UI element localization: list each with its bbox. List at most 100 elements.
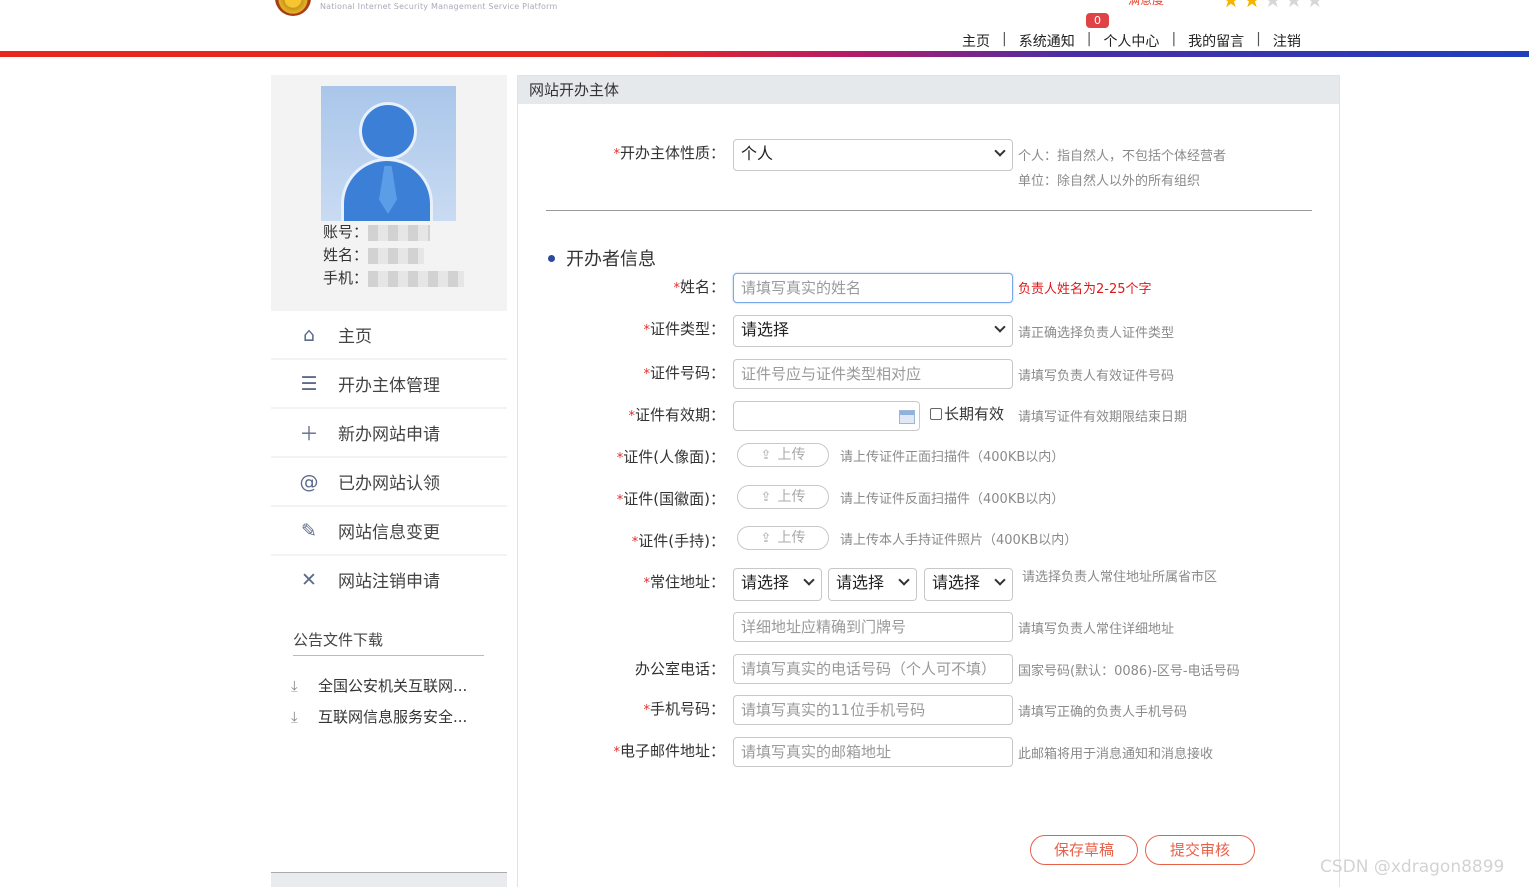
city-select[interactable]: 请选择	[828, 568, 917, 601]
download-item[interactable]: ⤓ 互联网信息服务安全...	[291, 706, 467, 727]
rating-stars[interactable]: ★★★★★	[1222, 0, 1327, 12]
id-number-label: *证件号码：	[643, 362, 725, 383]
id-back-label: *证件(国徽面)：	[617, 488, 725, 509]
sidebar: 账号： 姓名： 手机： ⌂ 主页 ☰ 开办主体管理 ＋ 新办网站申请 @ 已办网站认领 …	[271, 75, 507, 887]
address-detail-hint: 请填写负责人常住详细地址	[1018, 622, 1175, 637]
id-expiry-date-input[interactable]	[733, 401, 920, 431]
nature-label: *开办主体性质：	[613, 142, 725, 163]
nav-logout[interactable]: 注销	[1273, 31, 1301, 51]
upload-button-label: 上传	[777, 447, 806, 463]
name-label-text: 姓名：	[679, 278, 725, 296]
nav-separator: |	[1002, 31, 1007, 47]
id-type-label: *证件类型：	[643, 318, 725, 339]
sidebar-item-label: 新办网站申请	[338, 425, 440, 445]
sidebar-footer	[271, 872, 507, 887]
province-select[interactable]: 请选择	[733, 568, 822, 601]
star-icon[interactable]: ★	[1264, 0, 1285, 12]
id-back-hint: 请上传证件反面扫描件（400KB以内）	[840, 492, 1065, 507]
mobile-hint: 请填写正确的负责人手机号码	[1018, 705, 1188, 720]
name-input[interactable]: 请填写真实的姓名	[733, 273, 1013, 303]
sidebar-item-new-website[interactable]: ＋ 新办网站申请	[271, 409, 507, 456]
download-icon: ⤓	[291, 676, 298, 695]
nav-personal-center[interactable]: 个人中心	[1103, 31, 1159, 51]
id-number-input[interactable]: 证件号应与证件类型相对应	[733, 359, 1013, 389]
star-icon[interactable]: ★	[1306, 0, 1327, 12]
emblem-logo	[275, 0, 311, 16]
city-select-value: 请选择	[836, 573, 885, 592]
sidebar-item-home[interactable]: ⌂ 主页	[271, 311, 507, 358]
upload-icon: ⇪	[760, 448, 772, 463]
nature-select[interactable]: 个人	[733, 139, 1013, 171]
nature-label-text: 开办主体性质：	[619, 144, 725, 162]
edit-icon: ✎	[301, 519, 317, 542]
star-icon[interactable]: ★	[1285, 0, 1306, 12]
email-label: *电子邮件地址：	[613, 740, 725, 761]
sidebar-item-entity-management[interactable]: ☰ 开办主体管理	[271, 360, 507, 407]
upload-button-label: 上传	[777, 489, 806, 505]
downloads-title: 公告文件下载	[293, 631, 384, 649]
downloads-panel: 公告文件下载 ⤓ 全国公安机关互联网... ⤓ 互联网信息服务安全...	[271, 599, 507, 887]
email-input[interactable]: 请填写真实的邮箱地址	[733, 737, 1013, 767]
mobile-input[interactable]: 请填写真实的11位手机号码	[733, 695, 1013, 725]
nav-my-messages[interactable]: 我的留言	[1188, 31, 1244, 51]
mobile-label: *手机号码：	[643, 698, 725, 719]
office-phone-hint: 国家号码(默认：0086)-区号-电话号码	[1018, 664, 1240, 679]
chevron-down-icon	[994, 145, 1006, 157]
download-item[interactable]: ⤓ 全国公安机关互联网...	[291, 675, 467, 696]
divider	[546, 210, 1312, 211]
name-label: *姓名：	[673, 276, 725, 297]
section-title: 开办者信息	[548, 245, 656, 271]
id-number-label-text: 证件号码：	[649, 364, 725, 382]
avatar	[321, 86, 456, 221]
nav-notifications[interactable]: 系统通知	[1019, 31, 1075, 51]
province-select-value: 请选择	[741, 573, 790, 592]
upload-icon: ⇪	[760, 531, 772, 546]
header: National Internet Security Management Se…	[0, 0, 1529, 58]
list-icon: ☰	[300, 372, 318, 395]
long-term-checkbox[interactable]: 长期有效	[930, 403, 1004, 424]
chevron-down-icon	[994, 574, 1006, 586]
sidebar-item-label: 主页	[338, 327, 372, 347]
sidebar-item-cancel-website[interactable]: ✕ 网站注销申请	[271, 556, 507, 603]
address-detail-input[interactable]: 详细地址应精确到门牌号	[733, 612, 1013, 642]
upload-back-button[interactable]: ⇪ 上传	[737, 485, 829, 509]
calendar-icon[interactable]	[899, 410, 915, 424]
sidebar-item-claim-website[interactable]: @ 已办网站认领	[271, 458, 507, 505]
id-type-select[interactable]: 请选择	[733, 315, 1013, 347]
chevron-down-icon	[898, 574, 910, 586]
star-icon[interactable]: ★	[1222, 0, 1243, 12]
district-select[interactable]: 请选择	[924, 568, 1013, 601]
id-back-label-text: 证件(国徽面)：	[623, 490, 725, 508]
upload-handheld-button[interactable]: ⇪ 上传	[737, 526, 829, 550]
long-term-label: 长期有效	[944, 405, 1005, 423]
nature-hint-2: 单位：除自然人以外的所有组织	[1018, 174, 1201, 189]
account-value-redacted	[368, 224, 431, 241]
id-hand-label-text: 证件(手持)：	[638, 532, 725, 550]
upload-front-button[interactable]: ⇪ 上传	[737, 443, 829, 467]
sidebar-item-change-info[interactable]: ✎ 网站信息变更	[271, 507, 507, 554]
save-draft-button[interactable]: 保存草稿	[1030, 835, 1138, 865]
nature-hint-1: 个人：指自然人，不包括个体经营者	[1018, 149, 1227, 164]
download-item-label: 互联网信息服务安全...	[318, 708, 468, 726]
id-number-hint: 请填写负责人有效证件号码	[1018, 369, 1175, 384]
sidebar-item-label: 网站信息变更	[338, 523, 440, 543]
phone-label: 手机：	[323, 269, 369, 287]
star-icon[interactable]: ★	[1243, 0, 1264, 12]
mobile-label-text: 手机号码：	[649, 700, 725, 718]
nav-home[interactable]: 主页	[962, 31, 990, 51]
logo-subtitle: National Internet Security Management Se…	[320, 2, 558, 11]
id-expiry-hint: 请填写证件有效期限结束日期	[1018, 410, 1188, 425]
phone-value-redacted	[368, 270, 465, 287]
satisfaction-label: 满意度	[1128, 0, 1165, 7]
id-front-label: *证件(人像面)：	[617, 446, 725, 467]
id-front-hint: 请上传证件正面扫描件（400KB以内）	[840, 450, 1065, 465]
name-label: 姓名：	[323, 246, 369, 264]
id-type-label-text: 证件类型：	[649, 320, 725, 338]
upload-button-label: 上传	[777, 530, 806, 546]
office-phone-input[interactable]: 请填写真实的电话号码（个人可不填）	[733, 654, 1013, 684]
sidebar-item-label: 已办网站认领	[338, 474, 440, 494]
notification-badge: 0	[1086, 13, 1109, 28]
divider	[293, 655, 484, 656]
submit-review-button[interactable]: 提交审核	[1145, 835, 1255, 865]
checkbox[interactable]	[930, 407, 942, 420]
